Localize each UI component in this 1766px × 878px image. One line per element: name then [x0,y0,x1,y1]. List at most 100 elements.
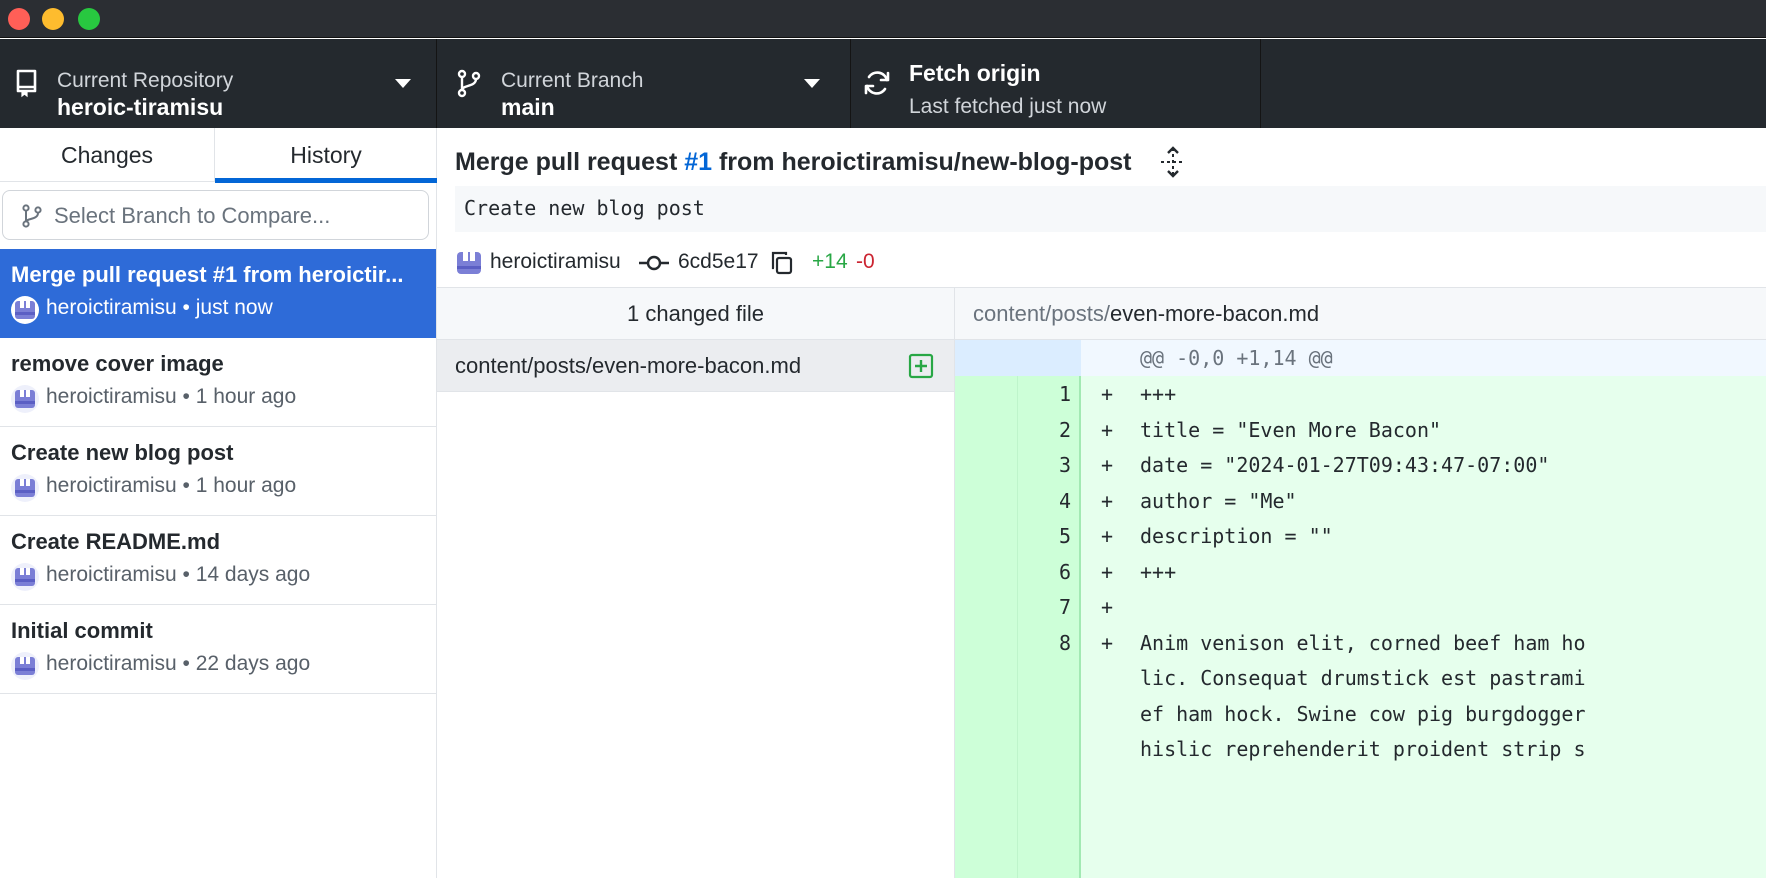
diff-file-path: content/posts/even-more-bacon.md [973,301,1319,327]
diff-line-code: ef ham hock. Swine cow pig burgdogger [1140,701,1586,726]
hunk-header-text: @@ -0,0 +1,14 @@ [1140,346,1333,370]
hunk-gutter [955,340,1081,376]
commit-list-item[interactable]: Initial commit heroictiramisu • 22 days … [0,605,436,694]
copy-icon[interactable] [769,250,795,276]
diff-line-sign: + [1101,559,1114,584]
fetch-title: Fetch origin [909,60,1041,86]
diff-line-code: date = "2024-01-27T09:43:47-07:00" [1140,453,1550,477]
diff-line-sign: + [1101,488,1114,513]
commit-list-item[interactable]: Create README.md heroictiramisu • 14 day… [0,516,436,605]
diff-line[interactable]: 8 + Anim venison elit, corned beef ham ho [955,625,1766,661]
diff-line[interactable]: hislic reprehenderit proident strip s [955,731,1766,767]
compare-branch-placeholder: Select Branch to Compare... [54,203,331,228]
commit-description-text: Create new blog post [464,196,705,220]
avatar-icon [11,474,39,502]
diff-line[interactable]: 3 + date = "2024-01-27T09:43:47-07:00" [955,447,1766,483]
commit-meta: heroictiramisu • 14 days ago [46,563,311,586]
close-window-button[interactable] [8,8,30,30]
diff-line[interactable]: 7 + [955,589,1766,625]
diff-line-number: 8 [1058,630,1071,655]
diff-line-number: 5 [1058,524,1071,548]
branch-label: Current Branch [501,69,644,92]
diff-line[interactable]: 6 + +++ [955,554,1766,590]
commit-title: Create new blog post [11,440,234,465]
commit-summary-suffix: from heroictiramisu/new-blog-post [712,148,1132,176]
commit-summary: Merge pull request #1 from heroictiramis… [455,148,1132,177]
diff-line-code: title = "Even More Bacon" [1140,417,1442,442]
diff-line-code: +++ [1140,382,1177,406]
diff-line-sign: + [1101,630,1114,655]
current-repository-button[interactable]: Current Repository heroic-tiramisu [0,39,437,128]
selected-tab-indicator [215,178,437,183]
zoom-window-button[interactable] [78,8,100,30]
diff-line-code: hislic reprehenderit proident strip s [1140,737,1586,761]
commit-title: Initial commit [11,618,153,643]
diff-line-code: +++ [1140,559,1177,584]
commit-list-item[interactable]: Create new blog post heroictiramisu • 1 … [0,427,436,516]
fetch-origin-button[interactable]: Fetch origin Last fetched just now [851,39,1261,128]
chevron-down-icon [804,79,820,88]
diff-line-code: description = "" [1140,524,1333,548]
commit-list-item[interactable]: remove cover image heroictiramisu • 1 ho… [0,338,436,427]
commit-meta-row: heroictiramisu 6cd5e17 +14 -0 [455,248,1755,278]
tab-history[interactable]: History [215,128,437,183]
minimize-window-button[interactable] [42,8,64,30]
compare-branch-input[interactable]: Select Branch to Compare... [2,190,429,240]
avatar-icon [11,652,39,680]
diff-line-sign: + [1101,524,1114,548]
diff-line[interactable]: lic. Consequat drumstick est pastrami [955,660,1766,696]
commit-list: Merge pull request #1 from heroictir... … [0,249,436,694]
commit-title: remove cover image [11,351,224,376]
diff-line[interactable]: 1 + +++ [955,376,1766,412]
diff-file-name: even-more-bacon.md [1109,301,1320,326]
repository-label: Current Repository [57,69,234,92]
diff-line-sign: + [1101,453,1114,477]
file-added-icon [908,353,934,379]
current-branch-button[interactable]: Current Branch main [437,39,851,128]
diff-line-code: Anim venison elit, corned beef ham ho [1140,630,1586,655]
diff-file-dir: content/posts/ [973,301,1110,326]
diff-line-sign: + [1101,382,1114,406]
diff-line[interactable]: 5 + description = "" [955,518,1766,554]
sidebar: Changes History Select Branch to Compare… [0,128,437,878]
diff-line-number: 7 [1058,595,1071,619]
diff-line-code: author = "Me" [1140,488,1297,513]
commit-detail-pane: Merge pull request #1 from heroictiramis… [437,128,1766,878]
diff-line-number: 6 [1058,559,1071,584]
pull-request-link[interactable]: #1 [684,148,712,176]
changed-files-panel: 1 changed file content/posts/even-more-b… [437,287,955,878]
branch-name: main [501,94,555,120]
commit-author: heroictiramisu [490,250,621,273]
avatar-icon [457,252,481,274]
sidebar-tabs: Changes History [0,128,437,183]
window-titlebar [0,0,1766,38]
diff-body: @@ -0,0 +1,14 @@ 1 + +++ 2 + title = "Even Mo… [955,340,1766,878]
diff-line[interactable]: ef ham hock. Swine cow pig burgdogger [955,696,1766,732]
diff-line-number: 4 [1058,488,1071,513]
changed-file-item[interactable]: content/posts/even-more-bacon.md [437,340,954,392]
commit-meta: heroictiramisu • 22 days ago [46,652,311,675]
sync-icon [864,71,890,95]
tab-changes[interactable]: Changes [0,128,215,182]
avatar-icon [11,296,39,324]
additions-count: +14 [812,250,848,273]
diff-line[interactable]: 2 + title = "Even More Bacon" [955,412,1766,448]
expand-collapse-icon[interactable] [1158,146,1188,178]
diff-panel: content/posts/even-more-bacon.md @@ -0,0… [955,287,1766,878]
branch-icon [22,204,42,228]
commit-description: Create new blog post [455,186,1766,232]
diff-line-number: 1 [1058,382,1071,406]
chevron-down-icon [395,79,411,88]
fetch-subtitle: Last fetched just now [909,95,1107,118]
commit-summary-prefix: Merge pull request [455,148,685,176]
diff-line[interactable]: 4 + author = "Me" [955,483,1766,519]
diff-lines: 1 + +++ 2 + title = "Even More Bacon" 3 + date =… [955,376,1766,878]
diff-line-code: lic. Consequat drumstick est pastrami [1140,666,1586,690]
diff-line-sign: + [1101,417,1114,442]
commit-meta: heroictiramisu • just now [46,296,273,319]
commit-title: Merge pull request #1 from heroictir... [11,262,404,287]
commit-list-item[interactable]: Merge pull request #1 from heroictir... … [0,249,436,338]
diff-line-sign: + [1101,595,1114,619]
diff-hunk-header[interactable]: @@ -0,0 +1,14 @@ [955,340,1766,376]
diff-line-number: 2 [1058,417,1071,442]
